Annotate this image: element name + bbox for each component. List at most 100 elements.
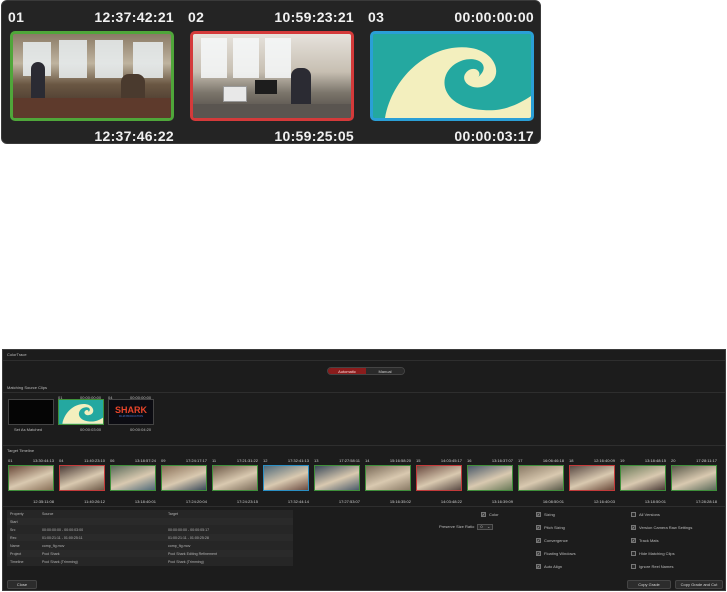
clip-02[interactable]: 02 10:59:23:21 10:59:25:05 — [182, 1, 360, 145]
target-clip[interactable]: 17 16:06:46:18 16:08:50:01 — [517, 458, 565, 504]
clip-timecode-out: 10:59:25:05 — [274, 128, 354, 144]
clip-thumbnail — [314, 465, 360, 491]
clip-number: 13 — [314, 458, 319, 463]
target-clip[interactable]: 15 14:03:45:17 14:03:48:22 — [415, 458, 463, 504]
clip-timecode-in: 12:37:42:21 — [94, 9, 174, 25]
clip-number: 02 — [188, 9, 205, 25]
source-clip-01[interactable]: 01 00:00:00:00 00:00:03:00 — [58, 396, 104, 432]
target-clip[interactable]: 01 13:30:44:13 12:35:11:08 — [7, 458, 55, 504]
table-row: Src 00:00:00:00 - 00:00:03:00 00:00:00:00 … — [7, 526, 293, 534]
version-option[interactable]: Hide Matching Clips — [631, 551, 675, 556]
sizing-option[interactable]: ✓ Convergence — [536, 538, 568, 543]
version-option[interactable]: ✓ Track Mats — [631, 538, 659, 543]
clip-thumbnail — [620, 465, 666, 491]
clip-timecode-in: 14:03:45:17 — [440, 458, 462, 463]
checkbox[interactable]: ✓ — [536, 512, 541, 517]
checkbox[interactable]: ✓ — [536, 525, 541, 530]
clip-thumbnail — [365, 465, 411, 491]
clip-timecode-in: 17:21:31:22 — [236, 458, 258, 463]
preserve-scale-select[interactable]: 0 ⌄ — [477, 524, 494, 530]
clip-number: 11 — [212, 458, 217, 463]
clip-number: 20 — [671, 458, 676, 463]
clip-01[interactable]: 01 12:37:42:21 12:37:46:22 — [2, 1, 180, 145]
clip-number: 03 — [368, 9, 385, 25]
sizing-option[interactable]: ✓ Sizing — [536, 512, 555, 517]
clip-thumbnail — [518, 465, 564, 491]
clip-number: 01 — [8, 458, 13, 463]
report-table: Property Source Target Start Src 00:00:00… — [7, 510, 293, 566]
checkbox[interactable]: ✓ — [536, 564, 541, 569]
target-clip[interactable]: 20 17:28:11:17 17:28:28:18 — [670, 458, 718, 504]
checkbox[interactable]: ✓ — [536, 538, 541, 543]
color-option[interactable]: ✓ Color — [481, 512, 499, 517]
target-timeline-strip: 01 13:30:44:13 12:35:11:08 04 11:40:23:10 11:… — [7, 458, 723, 504]
target-clip[interactable]: 14 15:16:58:20 15:16:35:02 — [364, 458, 412, 504]
checkbox[interactable]: ✓ — [631, 525, 636, 530]
clip-timecode-out: 12:37:46:22 — [94, 128, 174, 144]
target-clip[interactable]: 11 17:21:31:22 17:24:23:15 — [211, 458, 259, 504]
clip-thumbnail — [416, 465, 462, 491]
close-button[interactable]: Close — [7, 580, 37, 589]
copy-grade-button[interactable]: Copy Grade — [627, 580, 671, 589]
checkbox[interactable] — [631, 512, 636, 517]
sizing-option[interactable]: ✓ Pitch Sizing — [536, 525, 565, 530]
copy-grade-and-cut-button[interactable]: Copy Grade and Cut — [675, 580, 723, 589]
preserve-scale-row: Preserve Size Ratio 0 ⌄ — [439, 524, 494, 530]
report-header-row: Property Source Target — [7, 510, 293, 518]
clip-thumbnail — [190, 31, 354, 121]
table-row: Start — [7, 518, 293, 526]
clip-timecode-in: 16:06:46:18 — [542, 458, 564, 463]
checkbox[interactable] — [631, 564, 636, 569]
version-option[interactable]: ✓ Version Camera Raw Settings — [631, 525, 692, 530]
target-clip[interactable]: 06 13:18:57:24 13:18:40:01 — [109, 458, 157, 504]
target-clip[interactable]: 19 13:18:48:15 13:18:50:01 — [619, 458, 667, 504]
target-clip[interactable]: 09 17:24:17:17 17:24:20:04 — [160, 458, 208, 504]
checkbox[interactable]: ✓ — [481, 512, 486, 517]
clip-timecode-out: 12:35:11:08 — [33, 499, 54, 504]
clip-timecode-in: 13:30:44:13 — [32, 458, 54, 463]
clip-timecode-out: 15:16:35:02 — [389, 499, 411, 504]
clip-timecode-in: 17:32:41:13 — [287, 458, 309, 463]
clip-03[interactable]: 03 00:00:00:00 00:00:03:17 — [362, 1, 540, 145]
wave-graphic — [62, 404, 103, 424]
target-clip[interactable]: 04 11:40:23:10 11:40:26:12 — [58, 458, 106, 504]
shark-logo-text: SHARK — [114, 404, 147, 415]
source-clip-placeholder[interactable]: Set As Matched — [8, 399, 54, 432]
shark-logo-subtext: FILM PRODUCTION — [118, 414, 144, 418]
clip-timecode-out: 17:24:20:04 — [185, 499, 207, 504]
clip-number: 12 — [263, 458, 268, 463]
table-row: Rec 01:00:21:11 - 01:00:25:11 01:00:21:11 … — [7, 534, 293, 542]
mode-manual-button[interactable]: Manual — [366, 368, 404, 374]
target-clip[interactable]: 16 13:16:37:07 13:16:39:09 — [466, 458, 514, 504]
clip-timecode-out: 13:18:50:01 — [644, 499, 666, 504]
clip-timecode-out: 14:03:48:22 — [440, 499, 462, 504]
clip-number: 19 — [620, 458, 625, 463]
clip-thumbnail — [59, 465, 105, 491]
checkbox[interactable] — [631, 551, 636, 556]
clip-number: 18 — [569, 458, 574, 463]
target-clip[interactable]: 18 12:16:40:09 12:16:40:03 — [568, 458, 616, 504]
clip-thumbnail — [569, 465, 615, 491]
checkbox[interactable]: ✓ — [536, 551, 541, 556]
mode-automatic-button[interactable]: Automatic — [328, 368, 366, 374]
source-clip-04[interactable]: 04 00:00:00:00 SHARK FILM PRODUCTION 00:… — [108, 396, 154, 432]
checkbox[interactable]: ✓ — [631, 538, 636, 543]
version-option[interactable]: All Versions — [631, 512, 660, 517]
sizing-option[interactable]: ✓ Floating Windows — [536, 551, 576, 556]
version-option[interactable]: Ignore Reel Names — [631, 564, 673, 569]
clip-thumbnail — [110, 465, 156, 491]
target-clip[interactable]: 13 17:27:58:11 17:27:53:07 — [313, 458, 361, 504]
clip-timecode-in: 17:27:58:11 — [339, 458, 360, 463]
clip-number: 17 — [518, 458, 523, 463]
clip-timecode-out: 13:18:40:01 — [134, 499, 156, 504]
mode-switch: Automatic Manual — [327, 367, 405, 375]
clip-timecode-in: 13:16:37:07 — [491, 458, 513, 463]
clip-timecode-out: 17:24:23:15 — [236, 499, 258, 504]
clip-strip: 01 12:37:42:21 12:37:46:22 02 10:59:23:2… — [1, 0, 541, 144]
sizing-option[interactable]: ✓ Auto Align — [536, 564, 562, 569]
clip-number: 06 — [110, 458, 115, 463]
clip-number: 01 — [8, 9, 25, 25]
clip-number: 14 — [365, 458, 370, 463]
clip-number: 16 — [467, 458, 472, 463]
target-clip[interactable]: 12 17:32:41:13 17:32:44:14 — [262, 458, 310, 504]
